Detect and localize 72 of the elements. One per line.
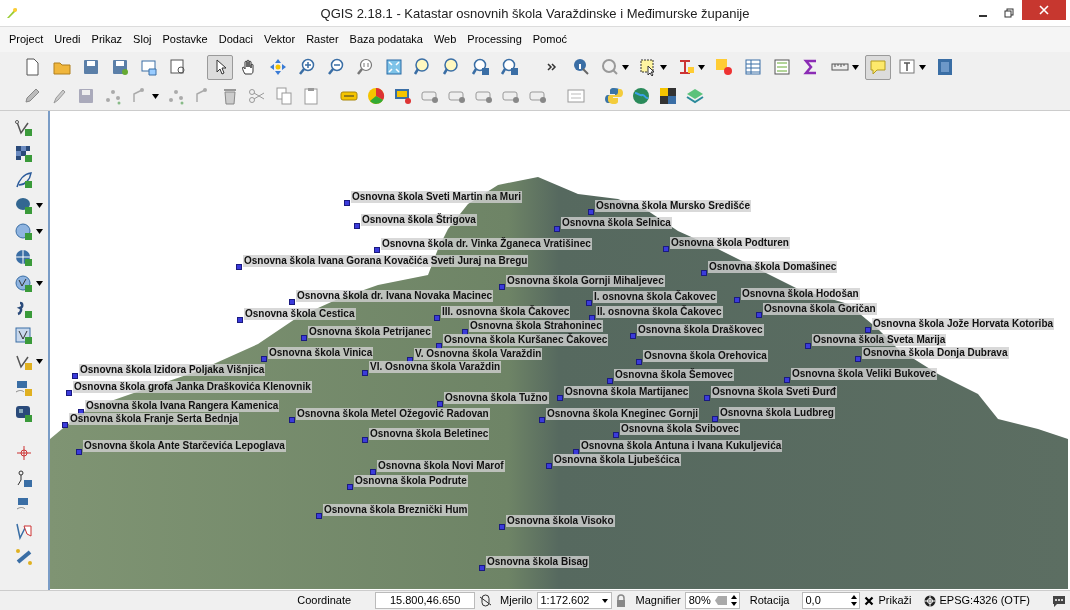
map-label: Osnovna škola Selnica: [561, 217, 672, 229]
map-label: Osnovna škola Ljubešćica: [553, 454, 681, 466]
map-label: Osnovna škola Antuna i Ivana Kukuljevića: [580, 440, 783, 452]
map-label: Osnovna škola Štrigova: [361, 214, 477, 226]
rotation-spinbox[interactable]: 0,0: [801, 592, 860, 609]
map-label: Osnovna škola Veliki Bukovec: [791, 368, 937, 380]
map-label: Osnovna škola Strahoninec: [469, 320, 603, 332]
map-label: Osnovna škola Svibovec: [620, 423, 740, 435]
map-label: Osnovna škola Šemovec: [614, 369, 734, 381]
map-label: Osnovna škola Visoko: [506, 515, 615, 527]
rotation-label: Rotacija: [749, 593, 790, 609]
map-label: Osnovna škola Domašinec: [708, 261, 838, 273]
scale-combo[interactable]: 1:172.602: [536, 592, 612, 609]
map-label: Osnovna škola Kneginec Gornji: [546, 408, 700, 420]
map-label: Osnovna škola Sveta Marija: [812, 334, 947, 346]
menu-item[interactable]: Project: [4, 29, 49, 50]
map-label: Osnovna škola Sveti Đurđ: [711, 386, 837, 398]
map-label: Osnovna škola Gornji Mihaljevec: [506, 275, 665, 287]
map-label: Osnovna škola Novi Marof: [377, 460, 505, 472]
map-label: Osnovna škola Sveti Martin na Muri: [351, 191, 522, 203]
map-label: Osnovna škola dr. Ivana Novaka Macinec: [296, 290, 494, 302]
menu-item[interactable]: Raster: [301, 29, 344, 50]
map-label: V. Osnovna škola Varaždin: [414, 348, 543, 360]
map-label: Osnovna škola Orehovica: [643, 350, 768, 362]
map-label: II. osnovna škola Čakovec: [596, 306, 723, 318]
map-label: Osnovna škola Beletinec: [369, 428, 490, 440]
map-label: Osnovna škola Cestica: [244, 308, 356, 320]
coordinate-field[interactable]: 15.800,46.650: [375, 592, 476, 609]
map-label: Osnovna škola Jože Horvata Kotoriba: [872, 318, 1055, 330]
map-label: VI. Osnovna škola Varaždin: [369, 361, 502, 373]
map-label: Osnovna škola Vinica: [268, 347, 374, 359]
map-label: I. osnovna škola Čakovec: [593, 291, 717, 303]
map-label: Osnovna škola Donja Dubrava: [862, 347, 1009, 359]
render-label: Prikaži: [878, 593, 912, 609]
map-label: Osnovna škola Izidora Poljaka Višnjica: [79, 364, 266, 376]
map-label: Osnovna škola Martijanec: [564, 386, 690, 398]
menu-item[interactable]: Uredi: [49, 29, 86, 50]
map-label: Osnovna škola Petrijanec: [308, 326, 432, 338]
menu-item[interactable]: Baza podataka: [344, 29, 428, 50]
scale-label: Mjerilo: [500, 593, 533, 609]
map-label: Osnovna škola Bisag: [486, 556, 590, 568]
menu-item[interactable]: Vektor: [258, 29, 301, 50]
map-label: Osnovna škola Ivana Gorana Kovačića Sveti Juraj na Bregu: [243, 255, 529, 267]
menu-item[interactable]: Web: [428, 29, 462, 50]
map-label: Osnovna škola Hodošan: [741, 288, 860, 300]
coordinate-label: Coordinate: [297, 593, 352, 609]
map-label: Osnovna škola Tužno: [444, 392, 549, 404]
menu-item[interactable]: Processing: [462, 29, 527, 50]
magnifier-label: Magnifier: [635, 593, 681, 609]
menu-item[interactable]: Pomoć: [527, 29, 573, 50]
map-label: Osnovna škola Podturen: [670, 237, 790, 249]
map-label: Osnovna škola Ludbreg: [719, 407, 835, 419]
map-label: Osnovna škola Podrute: [354, 475, 468, 487]
menu-item[interactable]: Dodaci: [213, 29, 258, 50]
map-label: Osnovna škola dr. Vinka Žganeca Vratišinec: [381, 238, 592, 250]
map-label: Osnovna škola Ante Starčevića Lepoglava: [83, 440, 286, 452]
map-label: Osnovna škola grofa Janka Draškovića Klenovnik: [73, 381, 312, 393]
menu-item[interactable]: Sloj: [128, 29, 157, 50]
map-label: Osnovna škola Breznički Hum: [323, 504, 469, 516]
map-label: Osnovna škola Goričan: [763, 303, 877, 315]
window-title: QGIS 2.18.1 - Katastar osnovnih škola Varaždinske i Međimurske županije: [320, 5, 750, 23]
map-label: Osnovna škola Ivana Rangera Kamenica: [85, 400, 280, 412]
menu-item[interactable]: Postavke: [157, 29, 213, 50]
map-label: Osnovna škola Draškovec: [637, 324, 764, 336]
magnifier-spinbox[interactable]: 80%: [684, 592, 740, 609]
map-label: Osnovna škola Mursko Središće: [595, 200, 751, 212]
map-label: Osnovna škola Franje Serta Bednja: [69, 413, 239, 425]
menu-item[interactable]: Prikaz: [86, 29, 128, 50]
map-label: Osnovna škola Kuršanec Čakovec: [443, 334, 609, 346]
map-label: III. osnovna škola Čakovec: [441, 306, 571, 318]
crs-button[interactable]: EPSG:4326 (OTF): [939, 592, 1030, 609]
map-label: Osnovna škola Metel Ožegović Radovan: [296, 408, 490, 420]
